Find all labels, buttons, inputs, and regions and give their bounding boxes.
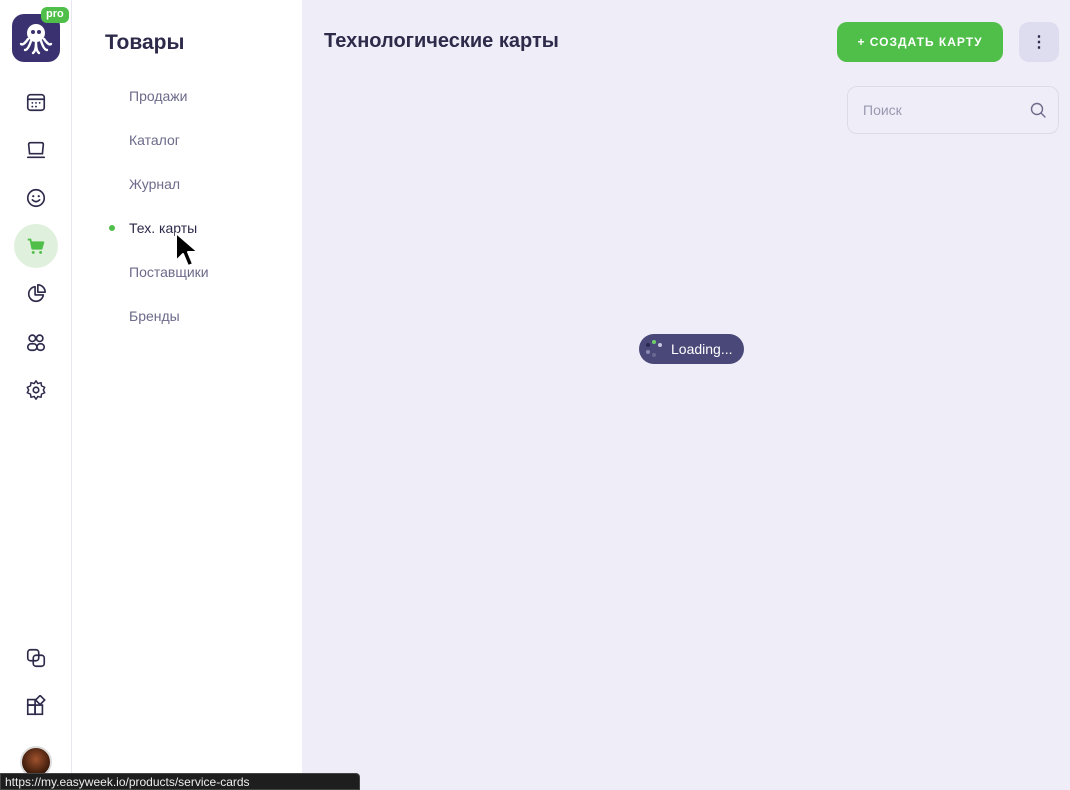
rail-products[interactable] — [14, 224, 58, 268]
cart-icon — [27, 238, 45, 254]
more-vertical-icon: ⋮ — [1031, 34, 1047, 51]
gear-icon — [26, 380, 46, 400]
rail-settings[interactable] — [14, 368, 58, 412]
octopus-logo-icon — [19, 24, 53, 55]
subnav-item-journal[interactable]: Журнал — [129, 176, 180, 192]
loading-text: Loading... — [671, 341, 733, 357]
page-title: Технологические карты — [324, 30, 559, 52]
rail-calendar[interactable] — [14, 80, 58, 124]
loading-indicator: Loading... — [639, 334, 744, 364]
subnav-item-brands[interactable]: Бренды — [129, 308, 180, 324]
copy-icon — [26, 648, 46, 668]
subnav-item-sales[interactable]: Продажи — [129, 88, 187, 104]
mouse-pointer-icon — [175, 232, 199, 267]
rail-monitor[interactable] — [14, 128, 58, 172]
link-preview-statusbar: https://my.easyweek.io/products/service-… — [0, 773, 360, 790]
users-icon — [26, 334, 46, 352]
more-options-button[interactable]: ⋮ — [1019, 22, 1059, 62]
rail-analytics[interactable] — [14, 272, 58, 316]
rail-clients[interactable] — [14, 176, 58, 220]
search-input[interactable] — [863, 87, 1028, 133]
monitor-icon — [26, 141, 46, 159]
rail-apps[interactable] — [14, 684, 58, 728]
search-box — [847, 86, 1059, 134]
pro-badge: pro — [41, 7, 69, 23]
subnav-item-catalog[interactable]: Каталог — [129, 132, 180, 148]
rail-team[interactable] — [14, 320, 58, 364]
create-card-button[interactable]: + СОЗДАТЬ КАРТУ — [837, 22, 1003, 62]
rail-copy[interactable] — [14, 636, 58, 680]
active-indicator-dot — [109, 225, 115, 231]
section-sidebar: Товары Продажи Каталог Журнал Тех. карты… — [72, 0, 302, 790]
pie-chart-icon — [27, 284, 46, 303]
spinner-icon — [645, 340, 663, 358]
smiley-icon — [26, 188, 46, 208]
apps-icon — [26, 695, 46, 716]
section-title: Товары — [105, 31, 185, 54]
calendar-icon — [26, 93, 46, 112]
icon-rail: pro — [0, 0, 72, 790]
search-icon[interactable] — [1030, 102, 1046, 118]
